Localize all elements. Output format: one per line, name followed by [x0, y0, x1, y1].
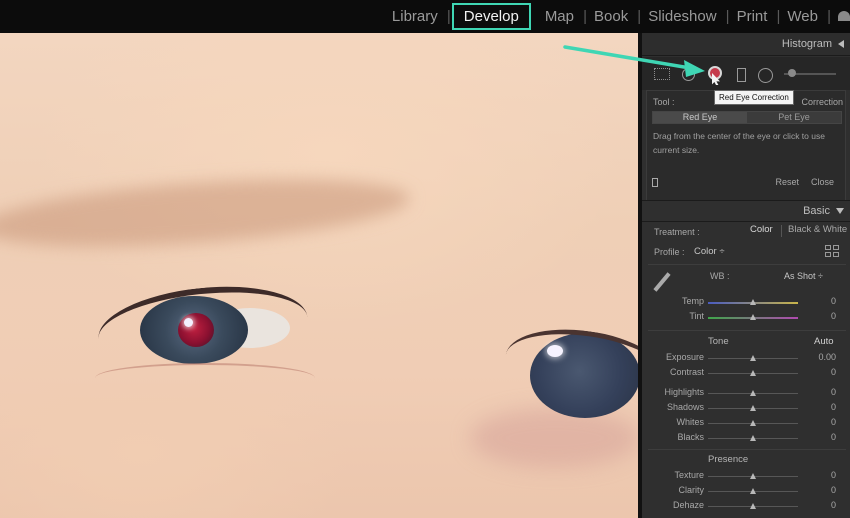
slider-knob[interactable]: [750, 390, 756, 396]
histogram-title: Histogram: [781, 38, 832, 50]
tool-help-text: Drag from the center of the eye or click…: [653, 131, 825, 155]
slider-label: Dehaze: [672, 500, 704, 510]
treatment-color-option[interactable]: Color: [750, 224, 773, 235]
photo-lid-left: [95, 363, 315, 393]
basic-title: Basic: [803, 205, 830, 217]
slider-dehaze: Dehaze 0: [642, 500, 850, 514]
slider-label: Whites: [676, 417, 704, 427]
crop-grid-icon[interactable]: [654, 68, 670, 80]
wb-label: WB :: [710, 271, 730, 281]
slider-label: Shadows: [666, 402, 704, 412]
develop-right-panel: Histogram Red Eye Correction Tool : Corr…: [638, 33, 850, 518]
photo-eyebrow-left: [0, 168, 412, 258]
profile-dropdown[interactable]: Color ÷: [694, 246, 725, 257]
profile-label: Profile :: [654, 247, 685, 257]
slider-blacks: Blacks 0: [642, 432, 850, 446]
collapse-down-icon: [836, 208, 844, 214]
slider-clarity: Clarity 0: [642, 485, 850, 499]
treatment-bw-option[interactable]: Black & White: [788, 224, 847, 235]
module-book[interactable]: Book: [584, 0, 641, 33]
slider-temp: Temp 0: [642, 296, 850, 310]
slider-knob[interactable]: [750, 435, 756, 441]
slider-value[interactable]: 0: [831, 387, 836, 397]
slider-knob[interactable]: [750, 503, 756, 509]
reset-button[interactable]: Reset: [775, 177, 799, 187]
tool-strip: [642, 57, 850, 90]
presence-heading: Presence: [708, 454, 749, 465]
tool-toggle-switch-icon[interactable]: [652, 178, 658, 187]
slider-knob[interactable]: [750, 405, 756, 411]
module-bar: Library Develop Map Book Slideshow Print…: [0, 0, 850, 33]
slider-value[interactable]: 0: [831, 311, 836, 321]
slider-knob[interactable]: [750, 299, 756, 305]
slider-value[interactable]: 0.00: [818, 352, 836, 362]
slider-knob[interactable]: [750, 355, 756, 361]
module-slideshow[interactable]: Slideshow: [638, 0, 730, 33]
slider-label: Texture: [674, 470, 704, 480]
slider-value[interactable]: 0: [831, 417, 836, 427]
red-eye-option[interactable]: Red Eye: [653, 112, 747, 123]
tool-label: Tool :: [653, 97, 675, 107]
slider-value[interactable]: 0: [831, 402, 836, 412]
tool-footer: Reset Close: [646, 171, 846, 193]
eye-type-toggle: Red Eye Pet Eye: [652, 111, 842, 124]
treatment-divider: [781, 225, 782, 237]
pet-eye-option[interactable]: Pet Eye: [747, 112, 841, 123]
slider-label: Contrast: [669, 367, 704, 377]
slider-contrast: Contrast 0: [642, 367, 850, 381]
slider-knob[interactable]: [750, 488, 756, 494]
panel-toggle-icon[interactable]: [828, 0, 850, 33]
photo-under-eye-right: [470, 408, 638, 468]
spot-removal-icon[interactable]: [682, 68, 695, 81]
slider-label: Temp: [681, 296, 704, 306]
slider-label: Exposure: [665, 352, 704, 362]
slider-knob[interactable]: [750, 420, 756, 426]
slider-value[interactable]: 0: [831, 367, 836, 377]
slider-value[interactable]: 0: [831, 485, 836, 495]
slider-knob[interactable]: [750, 314, 756, 320]
wb-dropdown[interactable]: As Shot ÷: [784, 271, 823, 281]
photo-preview[interactable]: [0, 33, 638, 518]
tone-heading: Tone: [708, 336, 729, 347]
histogram-header[interactable]: Histogram: [642, 33, 850, 56]
slider-value[interactable]: 0: [831, 296, 836, 306]
slider-whites: Whites 0: [642, 417, 850, 431]
module-develop[interactable]: Develop: [451, 3, 531, 30]
brush-size-knob[interactable]: [788, 69, 796, 77]
red-eye-tooltip: Red Eye Correction: [714, 90, 794, 105]
profile-browser-icon[interactable]: [825, 245, 839, 257]
slider-shadows: Shadows 0: [642, 402, 850, 416]
slider-exposure: Exposure 0.00: [642, 352, 850, 366]
divider: [648, 330, 846, 331]
divider: [648, 264, 846, 265]
slider-value[interactable]: 0: [831, 470, 836, 480]
collapse-left-icon: [838, 40, 844, 48]
graduated-filter-icon[interactable]: [737, 68, 746, 82]
module-web[interactable]: Web: [777, 0, 830, 33]
slider-label: Blacks: [677, 432, 704, 442]
slider-value[interactable]: 0: [831, 500, 836, 510]
module-map[interactable]: Map: [535, 0, 587, 33]
treatment-label: Treatment :: [654, 227, 700, 237]
slider-knob[interactable]: [750, 473, 756, 479]
close-button[interactable]: Close: [811, 177, 834, 187]
module-picker: Library Develop Map Book Slideshow Print…: [382, 0, 850, 33]
photo-lashes-right: [500, 320, 638, 412]
slider-texture: Texture 0: [642, 470, 850, 484]
slider-tint: Tint 0: [642, 311, 850, 325]
slider-label: Tint: [689, 311, 704, 321]
slider-value[interactable]: 0: [831, 432, 836, 442]
slider-label: Clarity: [678, 485, 704, 495]
wb-eyedropper-icon[interactable]: [653, 272, 671, 292]
module-print[interactable]: Print: [727, 0, 781, 33]
divider: [648, 449, 846, 450]
radial-filter-icon[interactable]: [758, 68, 773, 83]
slider-highlights: Highlights 0: [642, 387, 850, 401]
tool-name: Correction: [801, 97, 843, 107]
basic-header[interactable]: Basic: [642, 200, 850, 222]
auto-tone-button[interactable]: Auto: [814, 336, 834, 347]
slider-label: Highlights: [664, 387, 704, 397]
module-library[interactable]: Library: [382, 0, 451, 33]
slider-knob[interactable]: [750, 370, 756, 376]
